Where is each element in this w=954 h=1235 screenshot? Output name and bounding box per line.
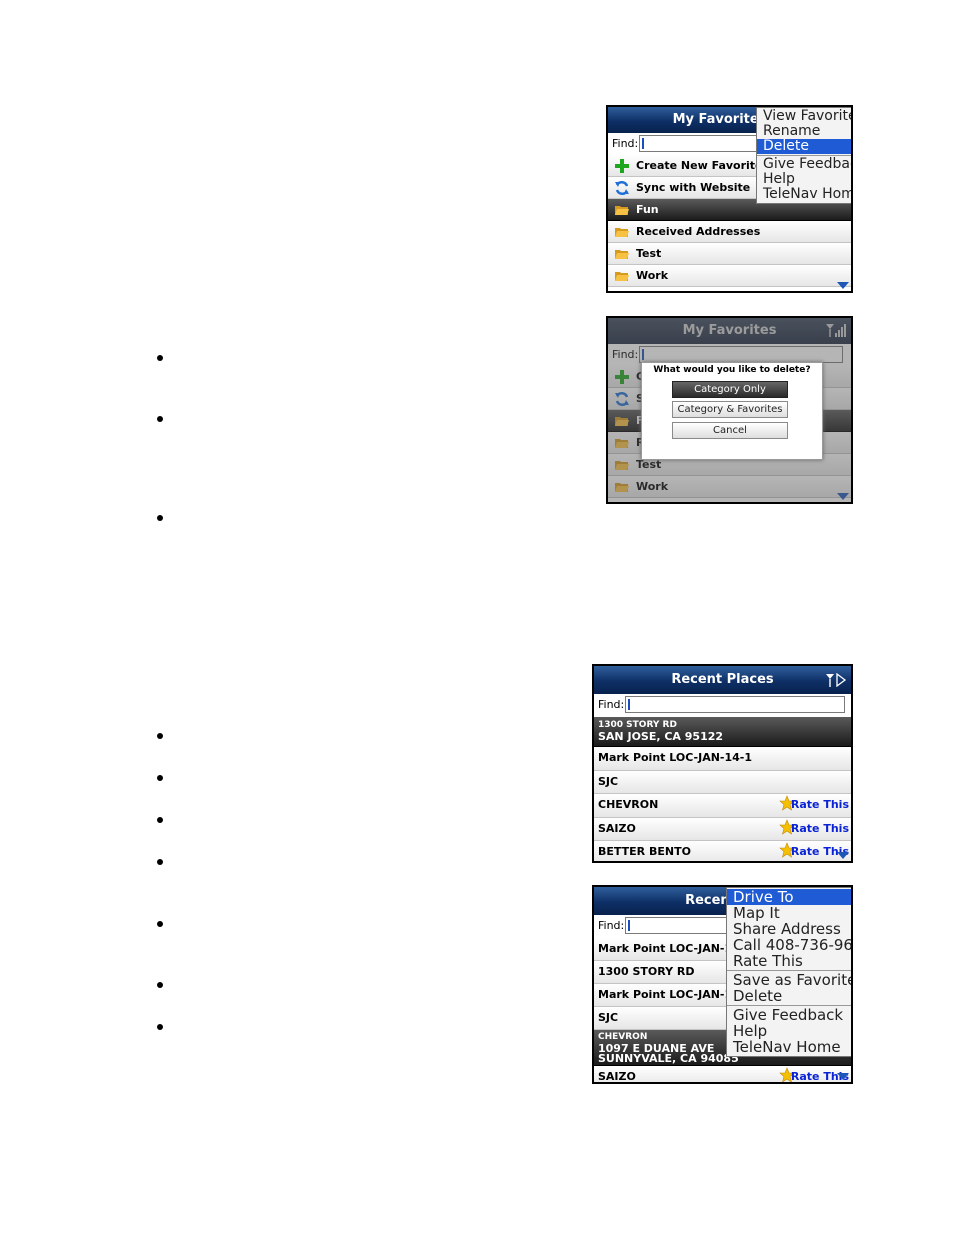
list-item-label: SAIZO bbox=[598, 1070, 636, 1083]
menu-item-give-feedback[interactable]: Give Feedback bbox=[757, 157, 851, 172]
menu-item-share-address[interactable]: Share Address bbox=[727, 921, 851, 937]
list-item-label: Sync with Website bbox=[636, 181, 751, 194]
dialog-question: What would you like to delete? bbox=[653, 365, 811, 375]
folder-icon bbox=[615, 228, 629, 237]
options-menu: Drive To Map It Share Address Call 408-736-… bbox=[726, 887, 851, 1057]
menu-item-call-408-736-9664[interactable]: Call 408-736-9664 bbox=[727, 937, 851, 953]
bullet bbox=[157, 859, 163, 865]
folder-icon bbox=[615, 206, 629, 215]
menu-item-drive-to[interactable]: Drive To bbox=[727, 889, 851, 905]
find-label: Find: bbox=[598, 698, 625, 711]
list-item-label: Mark Point LOC-JAN-14-1 bbox=[598, 751, 753, 764]
sync-icon bbox=[615, 180, 629, 196]
screen-title: Recent Places bbox=[671, 672, 774, 687]
list-item-label: BETTER BENTO bbox=[598, 845, 691, 858]
scroll-down-icon[interactable] bbox=[837, 1073, 849, 1080]
menu-item-telenav-home[interactable]: TeleNav Home bbox=[727, 1039, 851, 1055]
rate-this-link[interactable]: Rate This bbox=[791, 822, 849, 835]
list-item-label: Work bbox=[636, 269, 669, 282]
rate-this-link[interactable]: Rate This bbox=[791, 798, 849, 811]
bullet bbox=[157, 1024, 163, 1030]
find-row: Find: bbox=[594, 694, 851, 717]
menu-item-view-favorites[interactable]: View Favorites bbox=[757, 109, 851, 124]
menu-item-rate-this[interactable]: Rate This bbox=[727, 953, 851, 969]
screenshot-my-favorites-menu: My Favorites Find: Create New Favorite Sy… bbox=[606, 105, 853, 293]
bullet bbox=[157, 817, 163, 823]
find-input[interactable] bbox=[625, 696, 845, 713]
delete-dialog: What would you like to delete? Category … bbox=[641, 362, 823, 460]
bullet bbox=[157, 982, 163, 988]
list-item[interactable]: BETTER BENTO Rate This bbox=[594, 841, 851, 861]
list-item-selected[interactable]: 1300 STORY RD SAN JOSE, CA 95122 bbox=[594, 717, 851, 747]
menu-item-delete[interactable]: Delete bbox=[757, 139, 851, 154]
list-item-label: SJC bbox=[598, 774, 619, 788]
menu-item-help[interactable]: Help bbox=[727, 1023, 851, 1039]
list-item[interactable]: SAIZO Rate This bbox=[594, 1067, 851, 1083]
list-item[interactable]: CHEVRON Rate This bbox=[594, 794, 851, 818]
category-and-favorites-button[interactable]: Category & Favorites bbox=[672, 401, 788, 418]
address-line-2: SAN JOSE, CA 95122 bbox=[598, 730, 724, 743]
list-item-label: Fun bbox=[636, 203, 659, 216]
bullet bbox=[157, 416, 163, 422]
screenshot-recent-places-menu: Recent Find: Mark Point LOC-JAN-15 1300 S… bbox=[592, 885, 853, 1084]
list-item[interactable]: Mark Point LOC-JAN-14-1 bbox=[594, 747, 851, 771]
bullet bbox=[157, 733, 163, 739]
list-item-label: Create New Favorite bbox=[636, 159, 763, 172]
screenshot-delete-dialog: My Favorites Find: CSFRTestWork What wou… bbox=[606, 316, 853, 504]
category-only-button[interactable]: Category Only bbox=[672, 381, 788, 398]
list-item-label: Received Addresses bbox=[636, 225, 761, 238]
list-item[interactable]: Work bbox=[608, 265, 851, 287]
signal-icon bbox=[826, 673, 847, 687]
options-menu: View FavoritesRenameDelete Give FeedbackH… bbox=[756, 107, 851, 204]
list-item[interactable]: SAIZO Rate This bbox=[594, 817, 851, 841]
list-item[interactable]: Test bbox=[608, 243, 851, 265]
screenshot-recent-places: Recent Places Find: 1300 STORY RD SAN JO… bbox=[592, 664, 853, 863]
menu-item-telenav-home[interactable]: TeleNav Home bbox=[757, 187, 851, 202]
menu-item-map-it[interactable]: Map It bbox=[727, 905, 851, 921]
list-item[interactable]: SJC bbox=[594, 770, 851, 794]
menu-item-help[interactable]: Help bbox=[757, 172, 851, 187]
list-item-label: SAIZO bbox=[598, 821, 636, 835]
menu-item-rename[interactable]: Rename bbox=[757, 124, 851, 139]
address-line-1: 1300 STORY RD bbox=[598, 720, 677, 730]
cancel-button[interactable]: Cancel bbox=[672, 422, 788, 439]
find-label: Find: bbox=[598, 919, 625, 932]
title-bar: Recent Places bbox=[594, 666, 851, 694]
address-line-2: SUNNYVALE, CA 94085 bbox=[598, 1052, 739, 1065]
menu-item-save-as-favorite[interactable]: Save as Favorite bbox=[727, 972, 851, 988]
list-item-label: SJC bbox=[598, 1011, 619, 1024]
find-label: Find: bbox=[612, 137, 639, 150]
screen-title: My Favorites bbox=[672, 112, 767, 127]
list-item-label: Mark Point LOC-JAN-14 bbox=[598, 988, 740, 1001]
list-item-label: CHEVRON bbox=[598, 798, 659, 811]
list-item-label: 1300 STORY RD bbox=[598, 965, 695, 978]
list-item-label: Mark Point LOC-JAN-15 bbox=[598, 942, 740, 955]
menu-item-delete[interactable]: Delete bbox=[727, 988, 851, 1004]
folder-icon bbox=[615, 272, 629, 281]
menu-item-give-feedback[interactable]: Give Feedback bbox=[727, 1007, 851, 1023]
bullet bbox=[157, 515, 163, 521]
bullet bbox=[157, 355, 163, 361]
plus-icon bbox=[615, 159, 629, 173]
list-item-label: Test bbox=[636, 247, 662, 260]
place-name: CHEVRON bbox=[598, 1032, 648, 1042]
scroll-down-icon[interactable] bbox=[837, 852, 849, 859]
list-item[interactable]: Received Addresses bbox=[608, 221, 851, 243]
bullet bbox=[157, 775, 163, 781]
scroll-down-icon[interactable] bbox=[837, 282, 849, 289]
folder-icon bbox=[615, 250, 629, 259]
bullet bbox=[157, 921, 163, 927]
